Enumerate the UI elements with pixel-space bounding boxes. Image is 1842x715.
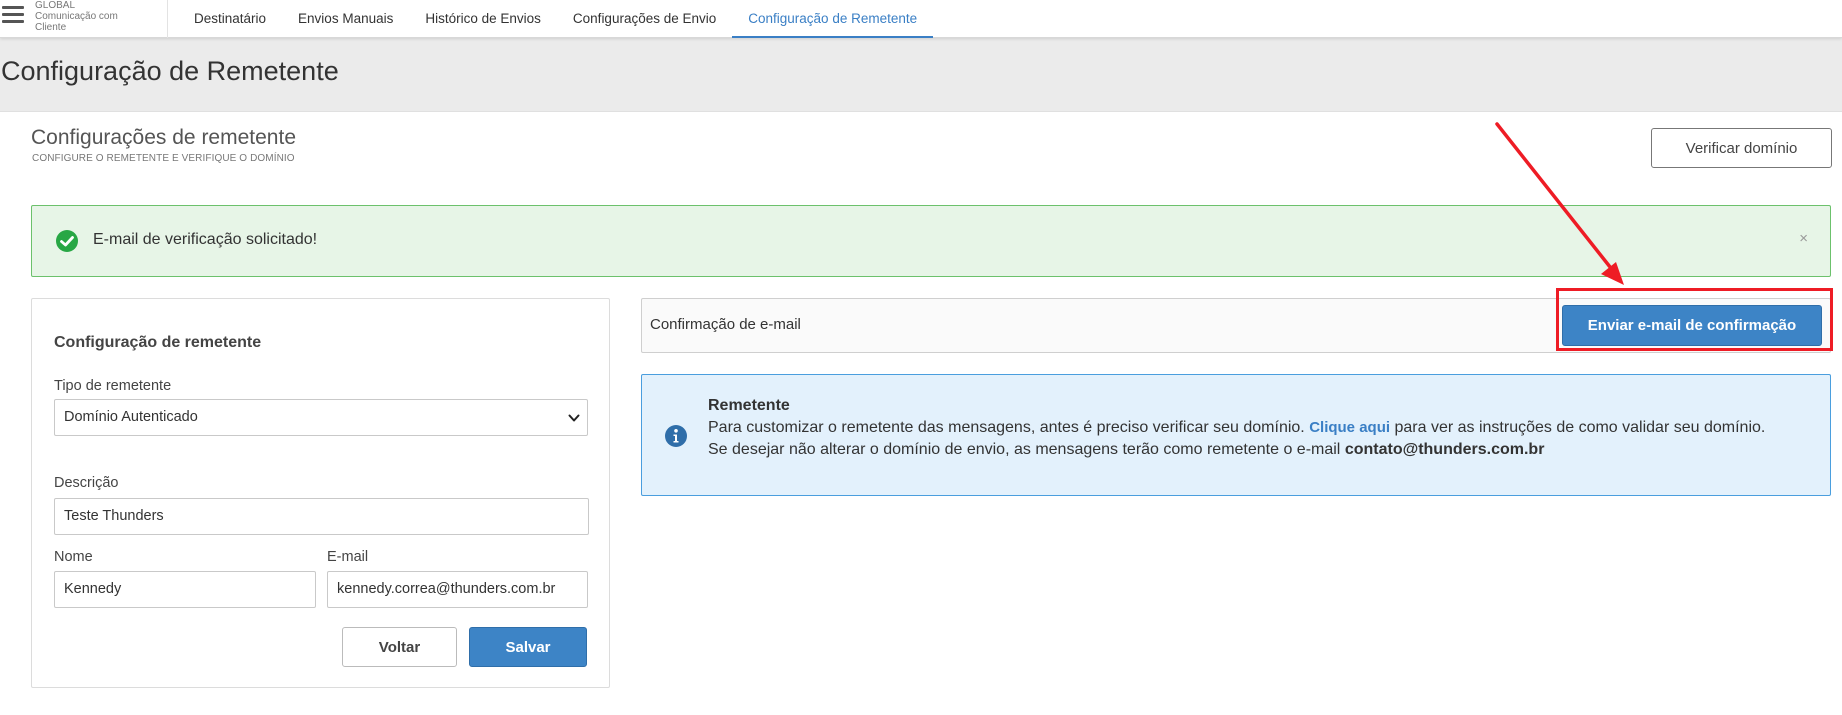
email-label: E-mail	[327, 549, 369, 565]
close-icon[interactable]: ×	[1799, 230, 1808, 247]
info-body: Para customizar o remetente das mensagen…	[708, 417, 1788, 461]
sender-type-value: Domínio Autenticado	[64, 409, 198, 425]
send-confirmation-email-button[interactable]: Enviar e-mail de confirmação	[1562, 305, 1822, 346]
email-input[interactable]: kennedy.correa@thunders.com.br	[327, 571, 588, 608]
description-label: Descrição	[54, 475, 119, 491]
page-title: Configuração de Remetente	[1, 56, 339, 86]
section-title: Configurações de remetente	[31, 126, 296, 149]
tab-configuracao-remetente[interactable]: Configuração de Remetente	[732, 0, 933, 38]
info-icon	[665, 425, 687, 447]
sender-type-select[interactable]: Domínio Autenticado	[54, 399, 588, 436]
success-alert: E-mail de verificação solicitado! ×	[31, 205, 1831, 277]
verify-domain-button[interactable]: Verificar domínio	[1651, 128, 1832, 168]
tab-configuracoes-envio[interactable]: Configurações de Envio	[557, 0, 732, 38]
hamburger-menu-icon[interactable]	[2, 6, 24, 26]
check-circle-icon	[56, 230, 78, 252]
top-navbar: GLOBAL Comunicação com Cliente Destinatá…	[0, 0, 1842, 38]
alert-message: E-mail de verificação solicitado!	[93, 231, 318, 248]
sender-config-card: Configuração de remetente Tipo de remete…	[31, 298, 610, 688]
info-text: Para customizar o remetente das mensagen…	[708, 419, 1305, 436]
sender-info-box: Remetente Para customizar o remetente da…	[641, 374, 1831, 496]
email-confirmation-label: Confirmação de e-mail	[650, 316, 801, 333]
tab-envios-manuais[interactable]: Envios Manuais	[282, 0, 409, 38]
nav-divider	[167, 0, 168, 38]
info-title: Remetente	[708, 397, 790, 414]
main-panel: Configurações de remetente CONFIGURE O R…	[0, 111, 1842, 715]
instructions-link[interactable]: Clique aqui	[1309, 419, 1390, 436]
tab-destinatario[interactable]: Destinatário	[178, 0, 282, 38]
section-subtitle: CONFIGURE O REMETENTE E VERIFIQUE O DOMÍ…	[32, 153, 295, 164]
sender-type-label: Tipo de remetente	[54, 378, 172, 394]
brand-label: GLOBAL Comunicação com Cliente	[35, 0, 135, 33]
name-input[interactable]: Kennedy	[54, 571, 316, 608]
chevron-down-icon	[568, 414, 580, 421]
back-button[interactable]: Voltar	[342, 627, 457, 667]
card-title: Configuração de remetente	[54, 334, 262, 351]
tab-historico-envios[interactable]: Histórico de Envios	[409, 0, 557, 38]
name-label: Nome	[54, 549, 93, 565]
description-input[interactable]: Teste Thunders	[54, 498, 589, 535]
nav-tabs: Destinatário Envios Manuais Histórico de…	[178, 0, 933, 38]
brand-line: Comunicação com	[35, 11, 118, 22]
brand-line: Cliente	[35, 22, 67, 33]
save-button[interactable]: Salvar	[469, 627, 587, 667]
default-sender-email: contato@thunders.com.br	[1344, 441, 1545, 458]
brand-line: GLOBAL	[35, 0, 76, 11]
